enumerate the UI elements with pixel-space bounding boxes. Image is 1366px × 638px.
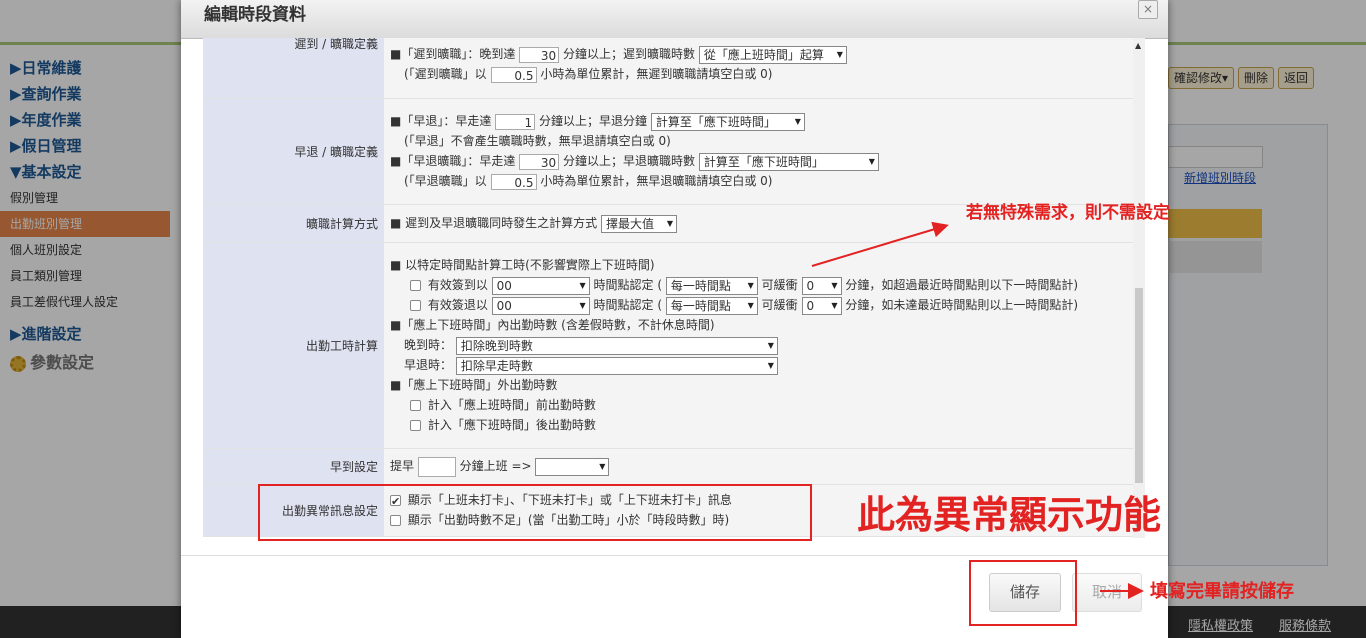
annotation-arrows [811, 221, 1144, 599]
arrow-to-no-need-note [811, 221, 949, 267]
